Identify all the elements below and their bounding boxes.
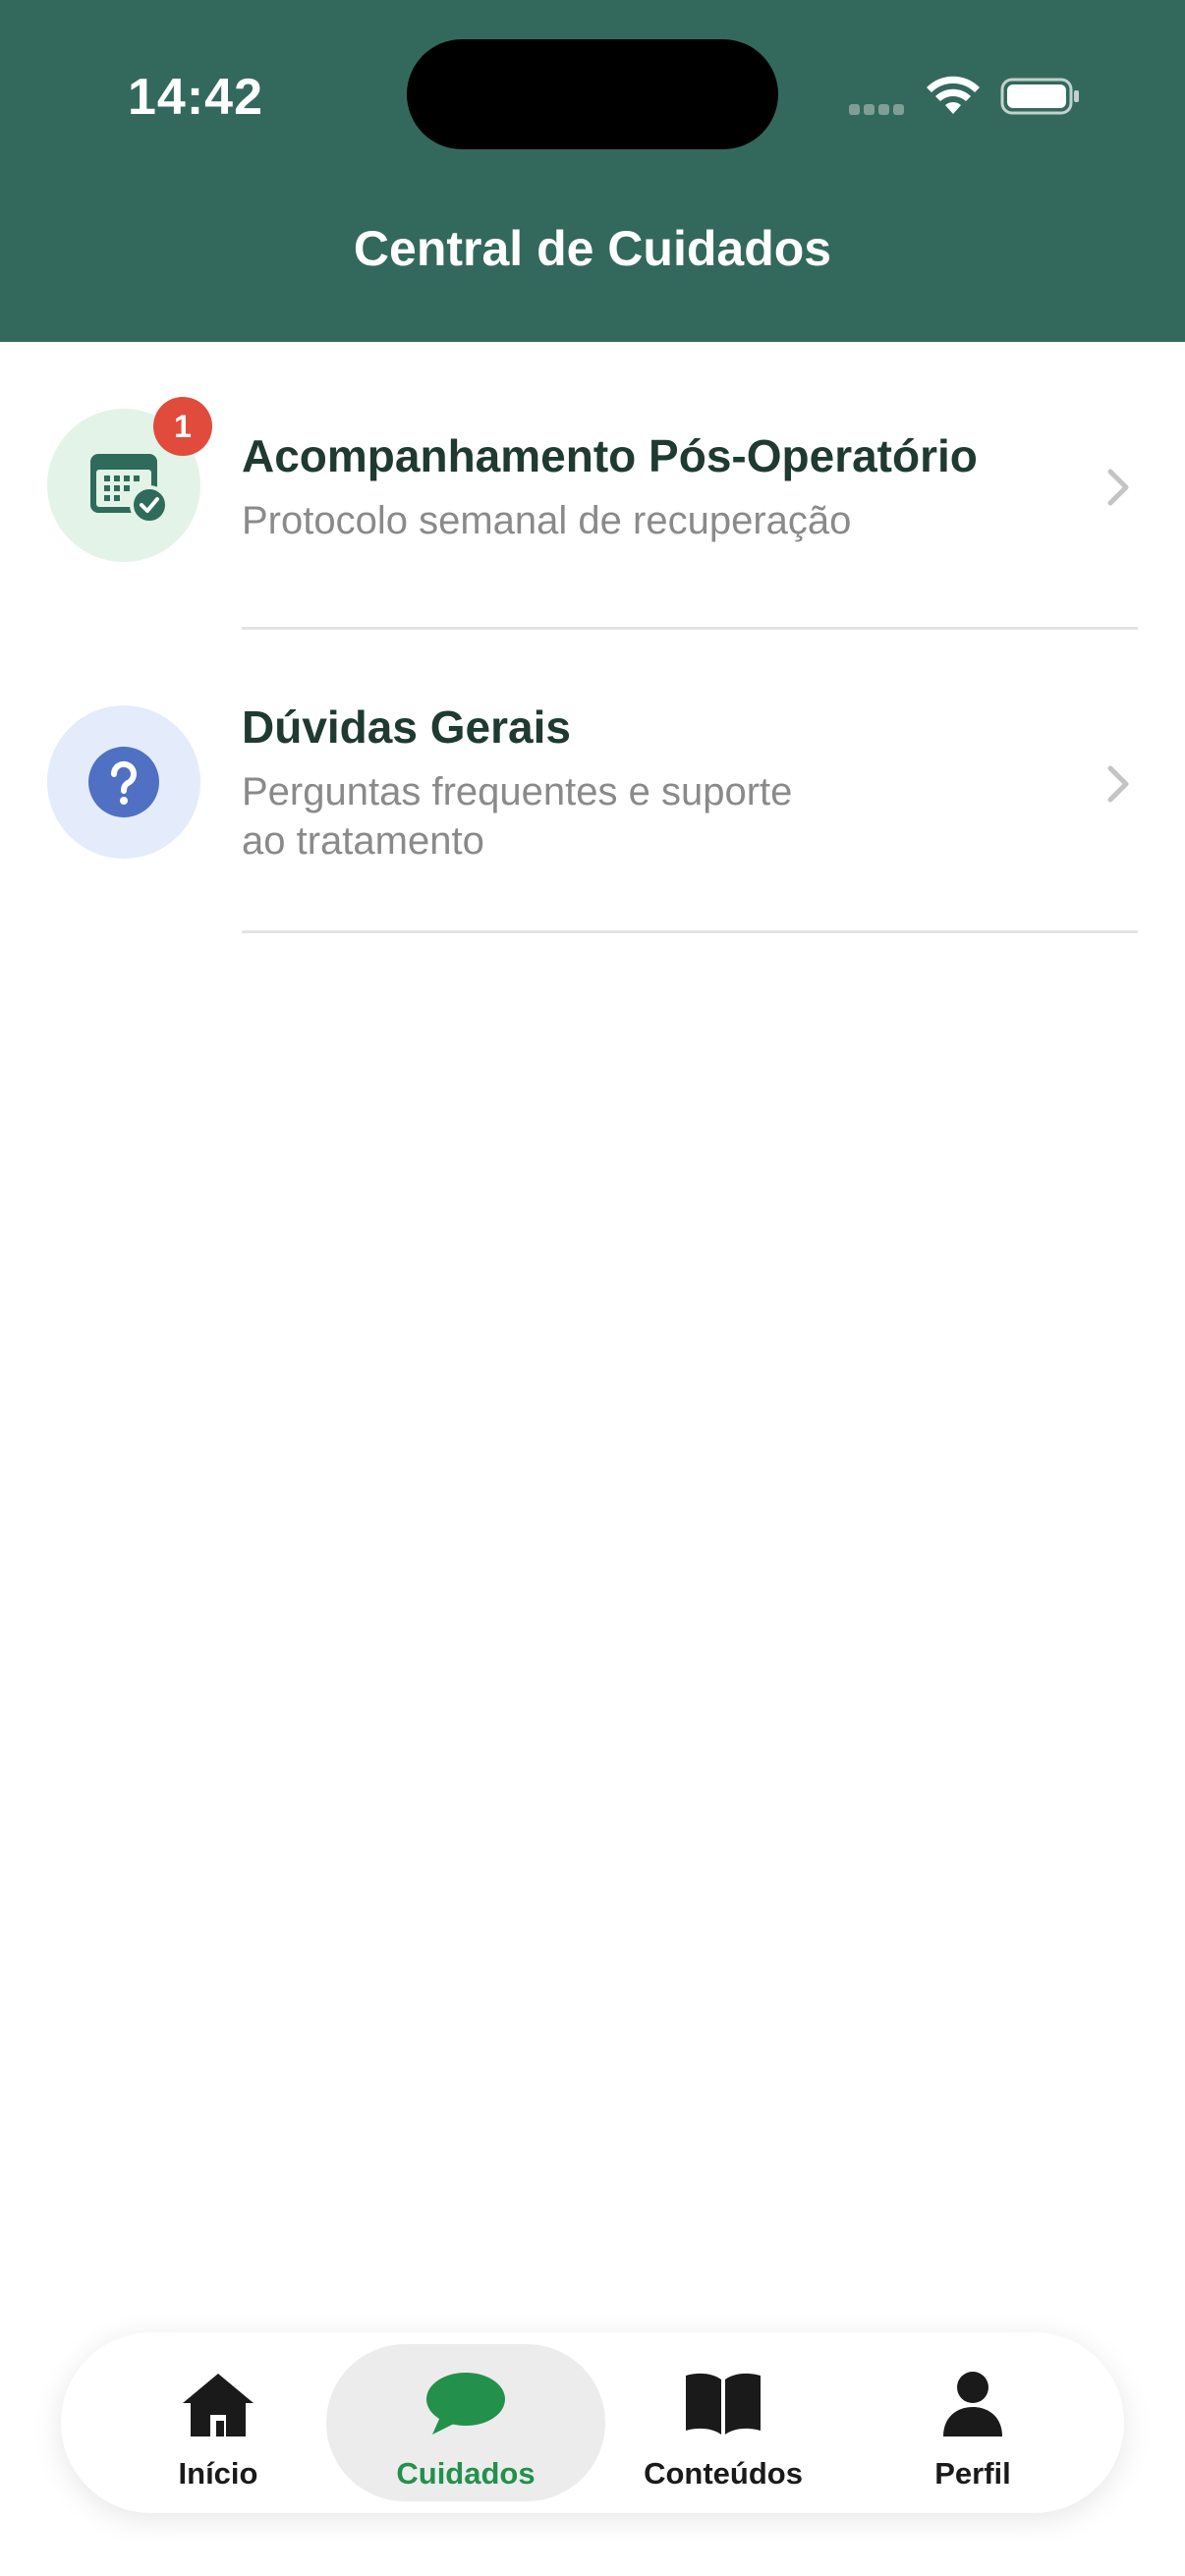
tab-label: Conteúdos [644, 2456, 803, 2491]
tab-perfil[interactable]: Perfil [855, 2344, 1091, 2501]
question-circle-icon-container [47, 705, 200, 859]
page-title: Central de Cuidados [353, 221, 832, 276]
cellular-signal-icon [849, 102, 908, 116]
item-subtitle: Perguntas frequentes e suporte ao tratam… [242, 767, 890, 866]
status-time: 14:42 [128, 69, 263, 126]
person-icon [943, 2372, 1002, 2436]
battery-icon [1000, 78, 1079, 115]
header: 14:42 Central de Cuidados [0, 0, 1185, 342]
tab-inicio[interactable]: Início [100, 2344, 336, 2501]
chevron-right-icon [1107, 469, 1129, 506]
wifi-icon [927, 76, 980, 114]
tab-label: Início [178, 2456, 258, 2491]
notification-badge: 1 [153, 397, 212, 456]
chat-bubble-icon [426, 2373, 505, 2435]
question-circle-icon [88, 747, 159, 817]
screen: 14:42 Central de Cuidados 1 Acompanhamen… [0, 0, 1185, 2576]
item-title: Acompanhamento Pós-Operatório [242, 430, 978, 481]
tab-bar: Início Cuidados Conteúdos Perfil [61, 2332, 1124, 2513]
chevron-right-icon [1107, 765, 1129, 803]
item-subtitle-line: ao tratamento [242, 819, 484, 863]
tab-conteudos[interactable]: Conteúdos [605, 2344, 841, 2501]
item-title: Dúvidas Gerais [242, 701, 571, 753]
item-subtitle-line: Perguntas frequentes e suporte [242, 770, 793, 813]
tab-label: Perfil [934, 2456, 1011, 2491]
tab-cuidados[interactable]: Cuidados [326, 2344, 605, 2501]
book-icon [686, 2373, 761, 2435]
home-icon [183, 2374, 254, 2436]
dynamic-island [407, 39, 778, 149]
tab-label: Cuidados [396, 2456, 536, 2491]
divider [242, 930, 1138, 933]
calendar-check-icon [90, 454, 169, 525]
item-subtitle: Protocolo semanal de recuperação [242, 499, 852, 542]
